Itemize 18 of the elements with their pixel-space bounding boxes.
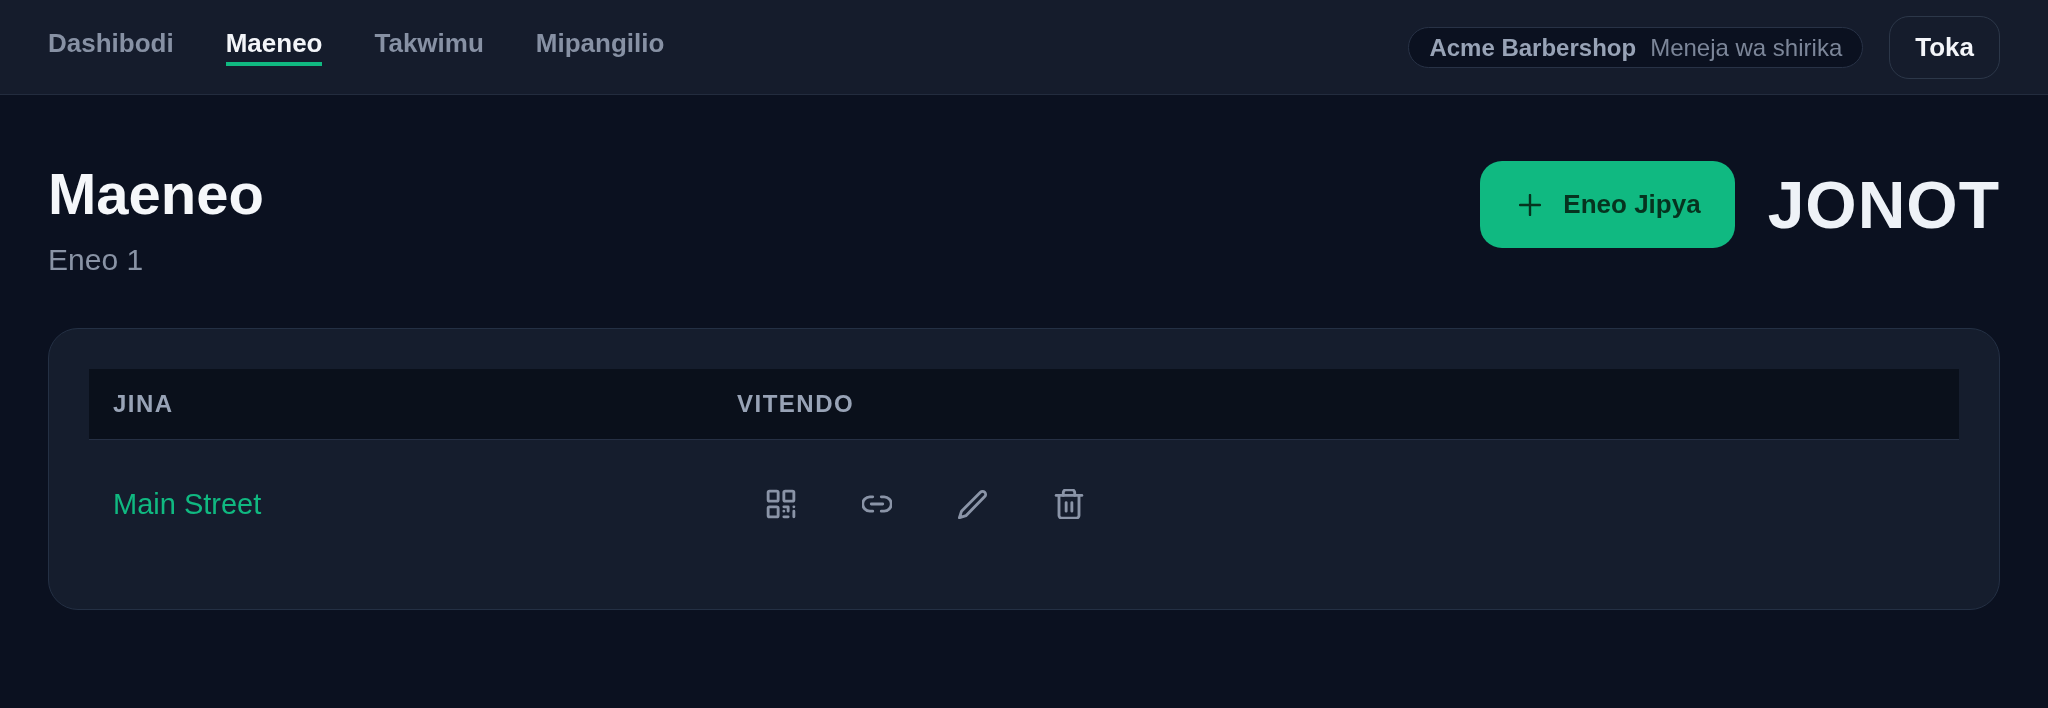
user-role: Meneja wa shirika (1650, 32, 1843, 63)
plus-icon (1519, 193, 1542, 216)
column-header: VITENDO (713, 369, 1959, 439)
qr-code-icon[interactable] (766, 489, 796, 520)
brand-logo: JONOT (1767, 171, 2000, 238)
nav-tab[interactable]: Maeneo (225, 28, 323, 66)
location-count: Eneo 1 (48, 242, 145, 278)
pencil-icon[interactable] (958, 489, 988, 520)
company-name: Acme Barbershop (1429, 32, 1637, 63)
nav-tab[interactable]: Mipangilio (535, 28, 665, 66)
nav-tab[interactable]: Dashibodi (48, 28, 174, 66)
nav-tab[interactable]: Takwimu (374, 28, 484, 66)
page-title: Maeneo (48, 161, 264, 227)
new-location-button[interactable]: Eneo Jipya (1480, 161, 1735, 248)
location-link[interactable]: Main Street (113, 487, 262, 520)
logout-button[interactable]: Toka (1889, 15, 2000, 79)
trash-icon[interactable] (1054, 489, 1084, 520)
column-header: JINA (89, 369, 713, 439)
